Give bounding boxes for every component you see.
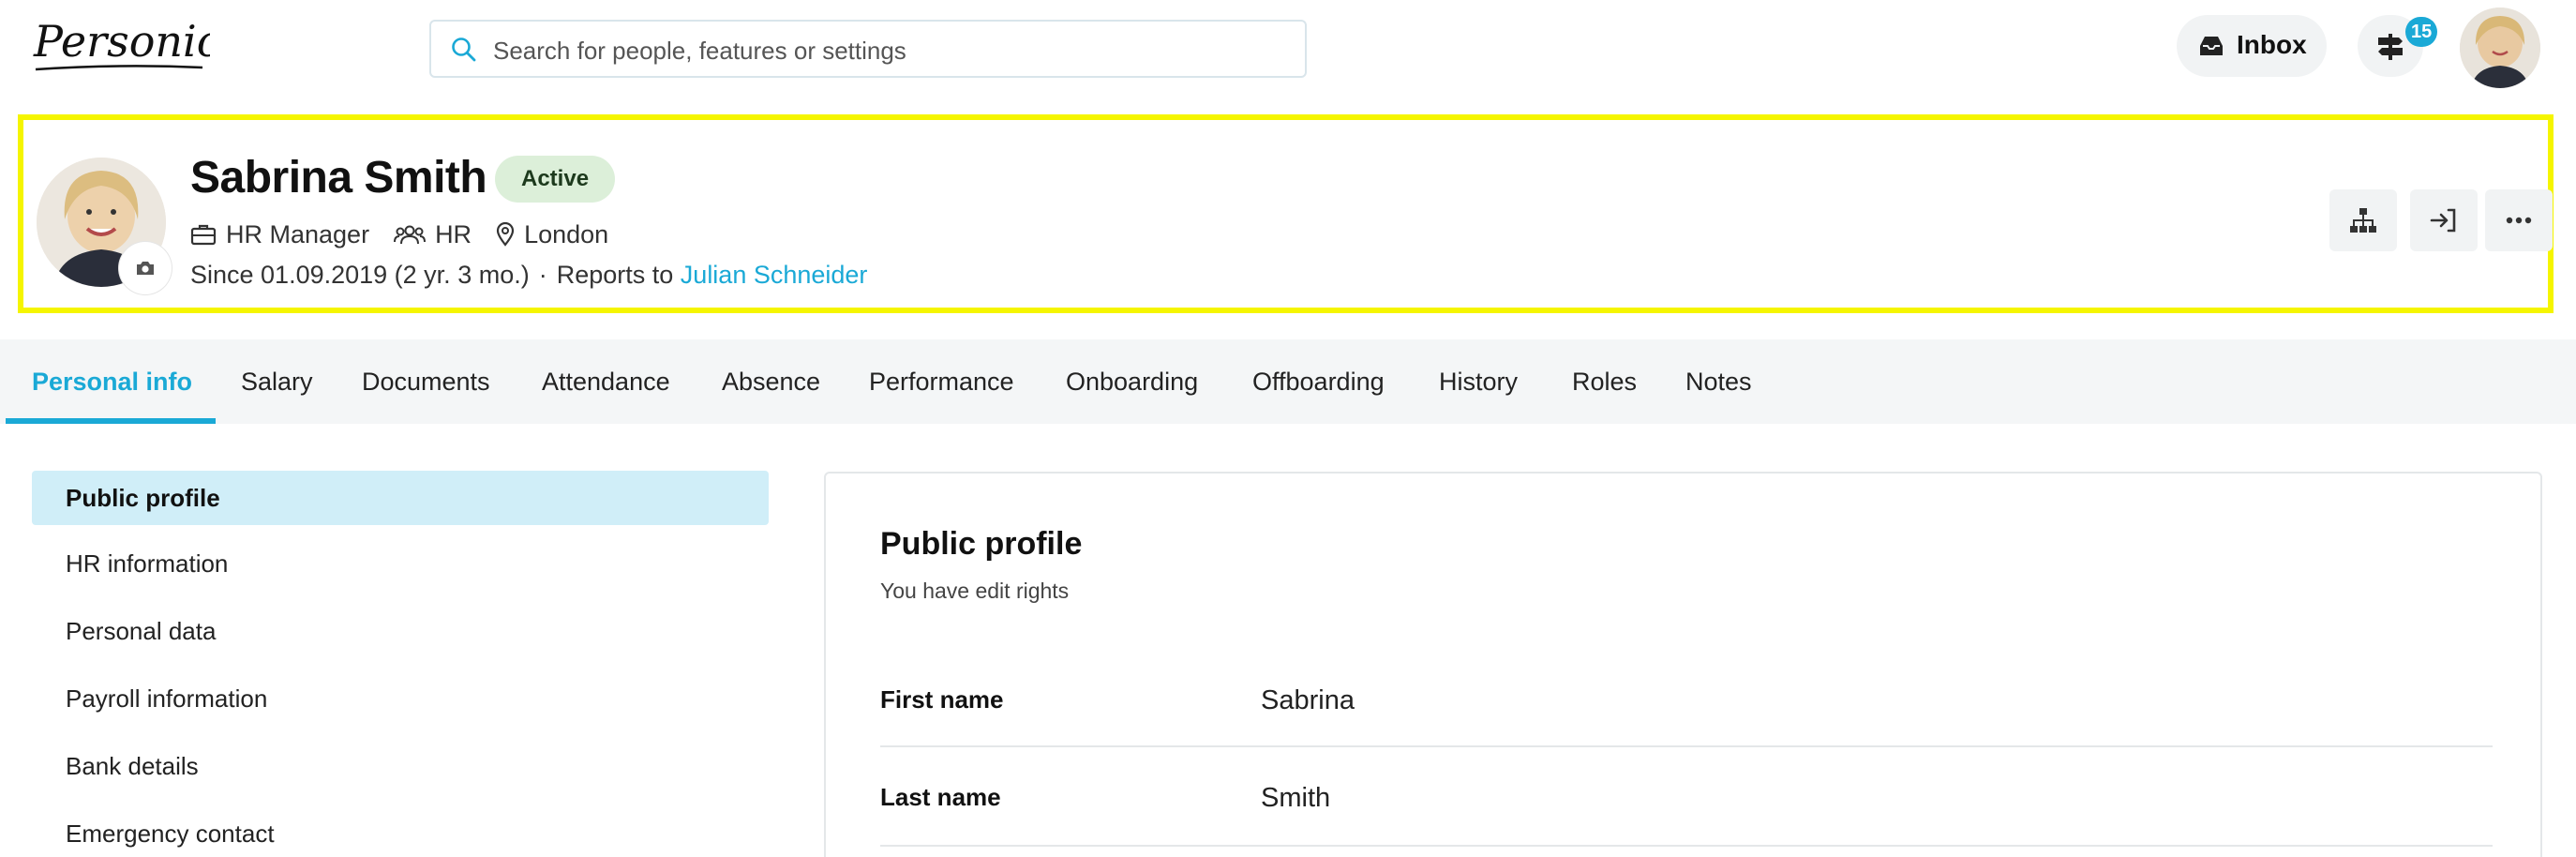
tab-documents[interactable]: Documents (362, 339, 490, 424)
search-bar[interactable]: Search for people, features or settings (429, 20, 1307, 78)
field-divider (880, 745, 2493, 747)
inbox-icon (2200, 37, 2223, 55)
notification-badge: 15 (2405, 17, 2438, 47)
inbox-label: Inbox (2237, 30, 2307, 59)
status-badge: Active (495, 156, 616, 203)
field-divider (880, 845, 2493, 847)
tab-history[interactable]: History (1439, 339, 1518, 424)
tab-notes[interactable]: Notes (1685, 339, 1752, 424)
tab-salary[interactable]: Salary (241, 339, 313, 424)
department-meta: HR (394, 220, 472, 249)
first-name-value[interactable]: Sabrina (1261, 685, 1355, 716)
employee-meta: HR Manager HR London (190, 218, 633, 251)
subnav-personal-data[interactable]: Personal data (32, 604, 769, 658)
change-photo-button[interactable] (119, 242, 172, 294)
first-name-label: First name (880, 685, 1004, 714)
tab-offboarding[interactable]: Offboarding (1252, 339, 1385, 424)
employment-info: Since 01.09.2019 (2 yr. 3 mo.) · Reports t… (190, 261, 867, 290)
search-input[interactable]: Search for people, features or settings (493, 37, 906, 66)
last-name-value[interactable]: Smith (1261, 783, 1330, 814)
camera-icon (137, 262, 154, 275)
avatar-photo (2460, 8, 2540, 88)
personio-logo[interactable]: Personio (30, 13, 210, 79)
signpost-icon (2378, 34, 2403, 60)
inbox-button[interactable]: Inbox (2177, 15, 2327, 77)
subnav-bank-details[interactable]: Bank details (32, 739, 769, 793)
team-icon (394, 225, 427, 245)
tab-absence[interactable]: Absence (722, 339, 820, 424)
separator-dot: · (538, 261, 547, 289)
svg-text:Personio: Personio (33, 16, 210, 67)
employee-name: Sabrina Smith (190, 153, 487, 203)
tab-onboarding[interactable]: Onboarding (1066, 339, 1198, 424)
location-pin-icon (496, 222, 515, 247)
public-profile-card: Public profile You have edit rights Firs… (824, 472, 2542, 857)
active-tab-indicator (6, 418, 216, 424)
org-chart-button[interactable] (2329, 189, 2397, 251)
hire-date-text: Since 01.09.2019 (2 yr. 3 mo.) (190, 261, 530, 289)
department-text: HR (435, 219, 472, 248)
user-avatar[interactable] (2460, 8, 2540, 88)
top-bar: Personio Search for people, features or … (0, 0, 2576, 99)
search-icon (452, 38, 476, 62)
position-text: HR Manager (226, 219, 370, 248)
office-text: London (524, 219, 609, 248)
profile-tabs: Personal info Salary Documents Attendanc… (0, 339, 2576, 424)
reports-to-label: Reports to (556, 261, 674, 289)
login-as-icon (2430, 208, 2456, 233)
subnav-public-profile[interactable]: Public profile (32, 471, 769, 525)
position-meta: HR Manager (190, 220, 369, 249)
tab-attendance[interactable]: Attendance (542, 339, 670, 424)
employee-header: Sabrina Smith Active HR Manager HR Londo… (18, 114, 2554, 313)
edit-rights-note: You have edit rights (880, 579, 1070, 603)
last-name-label: Last name (880, 783, 1001, 811)
tab-roles[interactable]: Roles (1572, 339, 1637, 424)
subnav-payroll-information[interactable]: Payroll information (32, 671, 769, 726)
subnav-hr-information[interactable]: HR information (32, 536, 769, 591)
tab-performance[interactable]: Performance (869, 339, 1014, 424)
org-chart-icon (2350, 208, 2376, 233)
supervisor-link[interactable]: Julian Schneider (681, 261, 868, 289)
more-icon (2506, 217, 2532, 224)
more-actions-button[interactable] (2485, 189, 2553, 251)
login-as-button[interactable] (2410, 189, 2478, 251)
tab-personal-info[interactable]: Personal info (32, 339, 192, 424)
subnav-emergency-contact[interactable]: Emergency contact (32, 806, 769, 857)
office-meta: London (496, 220, 608, 249)
briefcase-icon (190, 224, 217, 246)
section-title: Public profile (880, 526, 1083, 562)
